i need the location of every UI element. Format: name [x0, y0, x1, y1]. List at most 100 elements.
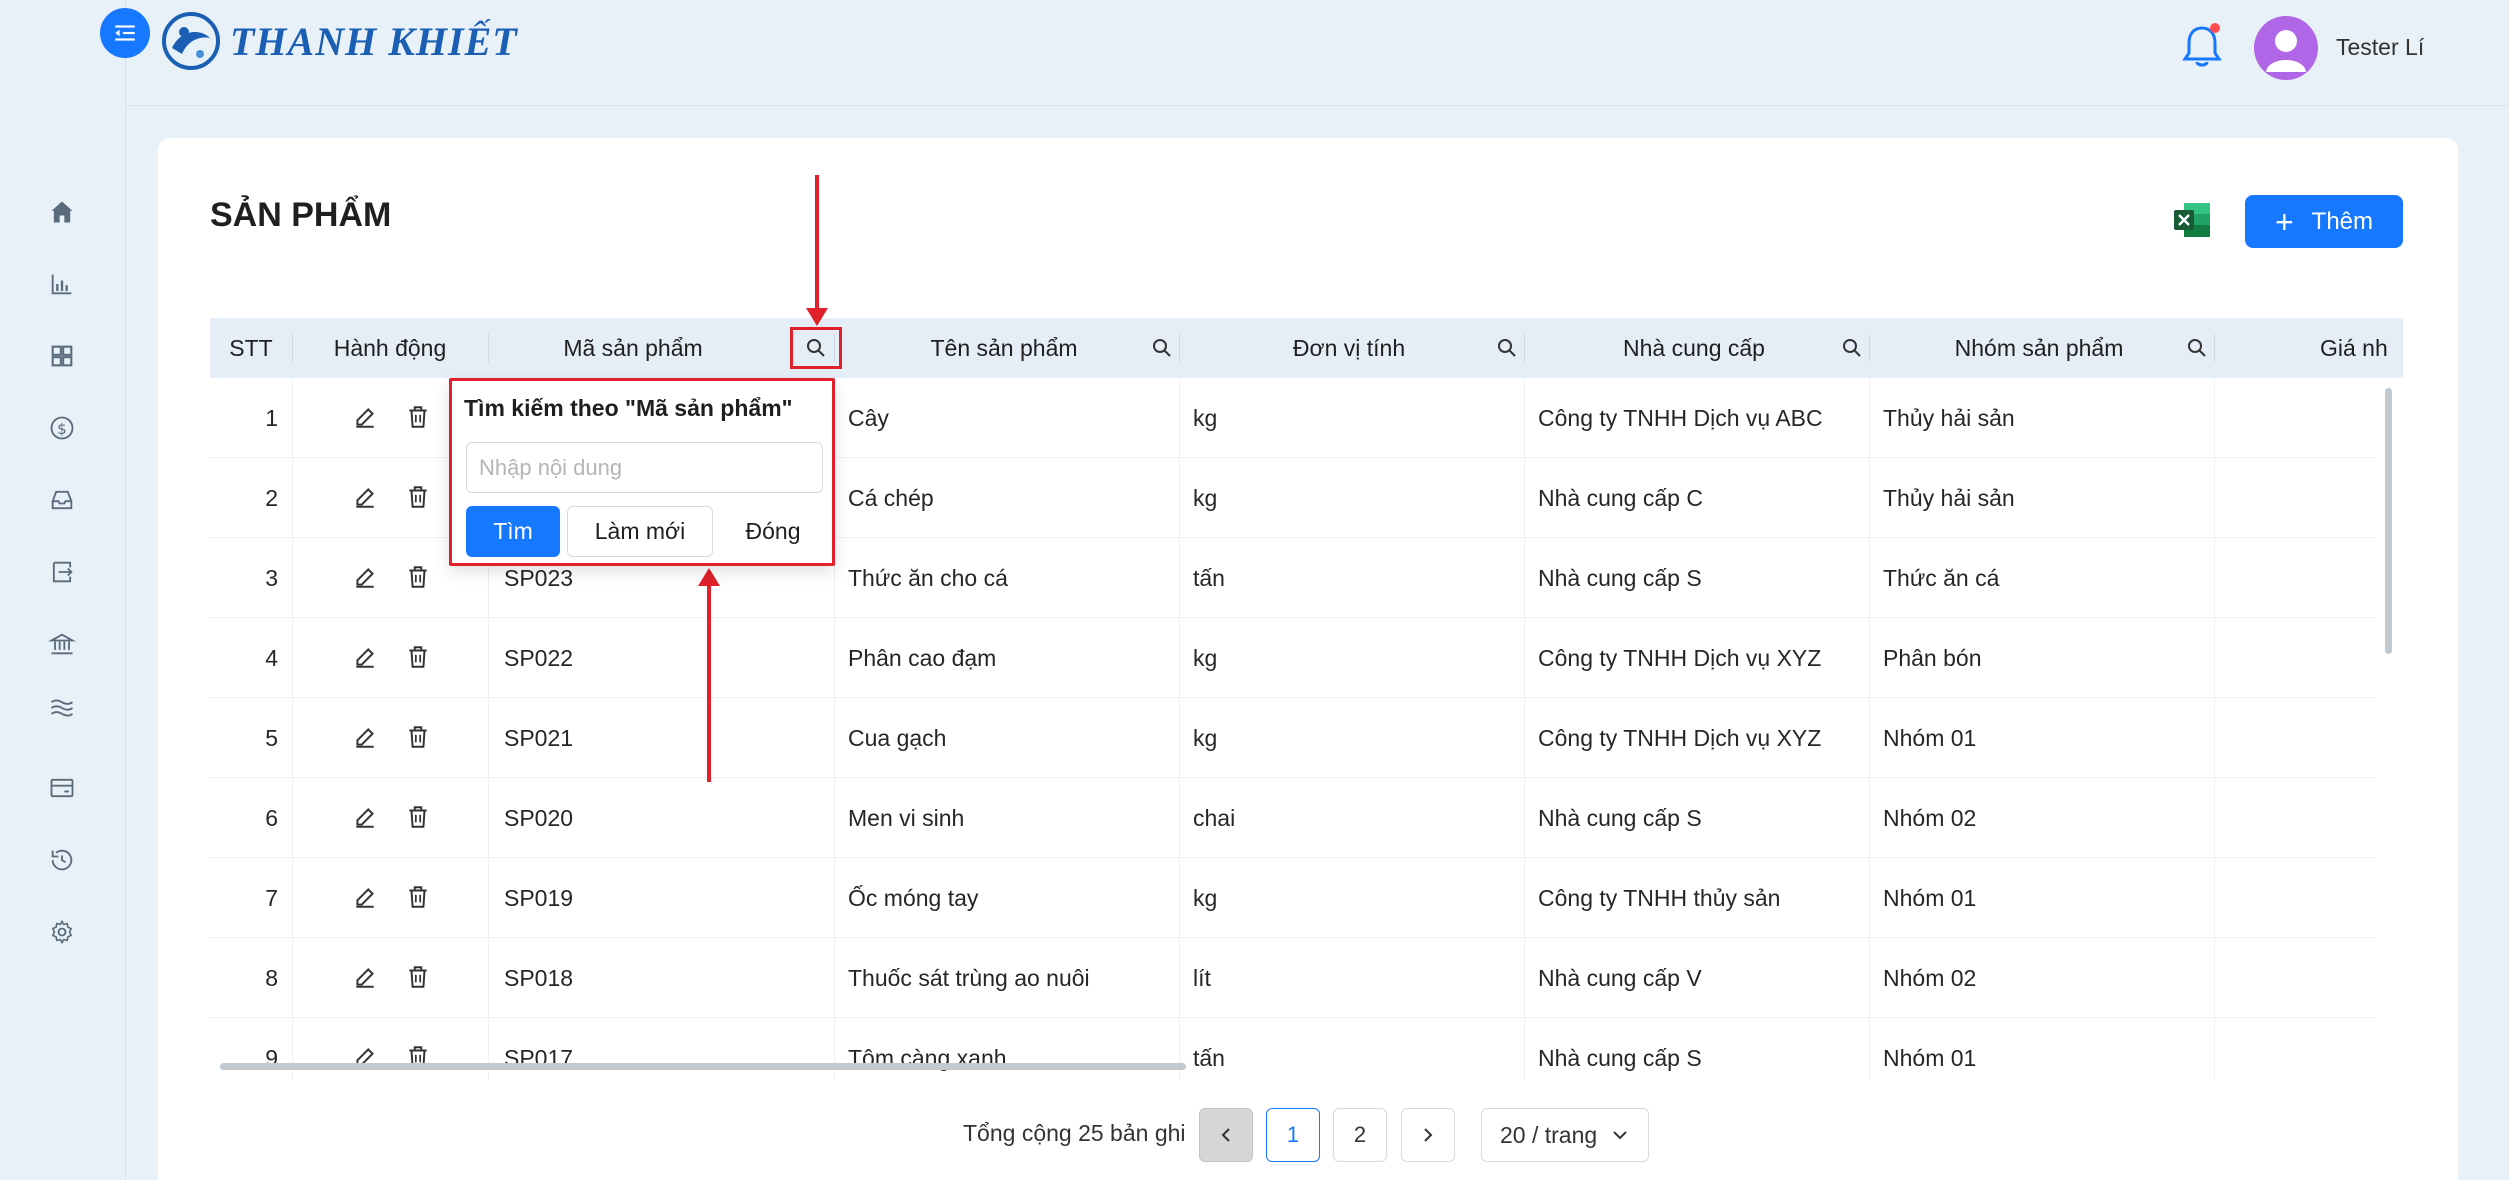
delete-icon[interactable] [405, 404, 431, 430]
prev-page-button[interactable] [1199, 1108, 1253, 1162]
header-action: Hành động [333, 334, 447, 361]
cell-group: Thủy hải sản [1883, 484, 2015, 511]
delete-icon[interactable] [405, 644, 431, 670]
cell-stt: 6 [265, 804, 278, 831]
cell-unit: kg [1193, 484, 1218, 511]
sidebar-item-home[interactable] [46, 196, 78, 228]
avatar[interactable] [2254, 16, 2318, 80]
cell-unit: kg [1193, 724, 1218, 751]
cell-stt: 7 [265, 884, 278, 911]
cell-code: SP022 [504, 644, 574, 671]
delete-icon[interactable] [405, 804, 431, 830]
cell-supplier: Nhà cung cấp S [1538, 1044, 1702, 1071]
sidebar-item-history[interactable] [46, 844, 78, 876]
chevron-down-icon [1613, 1131, 1627, 1140]
chevron-left-icon [1221, 1128, 1230, 1142]
sidebar-item-reports[interactable] [46, 268, 78, 300]
plus-icon: + [2274, 203, 2294, 240]
brand-logo[interactable]: THANH KHIẾT [160, 10, 518, 72]
export-excel-button[interactable] [2172, 200, 2212, 240]
header-price: Giá nh [2320, 334, 2388, 361]
next-page-button[interactable] [1401, 1108, 1455, 1162]
edit-icon[interactable] [352, 404, 378, 430]
page-button-2[interactable]: 2 [1333, 1108, 1387, 1162]
export-icon [52, 561, 73, 583]
vertical-scrollbar[interactable] [2385, 388, 2392, 654]
highlight-box [790, 327, 842, 369]
waves-icon [50, 699, 74, 717]
horizontal-scrollbar[interactable] [220, 1063, 1186, 1070]
header-unit: Đơn vị tính [1292, 334, 1406, 361]
cell-supplier: Công ty TNHH Dịch vụ XYZ [1538, 644, 1822, 671]
page-size-value: 20 / trang [1500, 1121, 1598, 1148]
cell-code: SP018 [504, 964, 574, 991]
bank-icon [48, 633, 76, 655]
search-icon[interactable] [1840, 336, 1864, 360]
sidebar-item-settings[interactable] [46, 916, 78, 948]
notification-button[interactable] [2180, 22, 2224, 72]
cell-unit: kg [1193, 404, 1218, 431]
cell-name: Men vi sinh [848, 804, 965, 831]
page-size-select[interactable]: 20 / trang [1481, 1108, 1649, 1162]
user-name[interactable]: Tester Lí [2336, 34, 2424, 61]
sidebar-item-export[interactable] [46, 556, 78, 588]
cell-supplier: Công ty TNHH Dịch vụ ABC [1538, 404, 1823, 431]
edit-icon[interactable] [352, 804, 378, 830]
find-button[interactable]: Tìm [466, 506, 560, 557]
search-input[interactable] [466, 442, 823, 493]
bell-icon [2182, 23, 2222, 67]
cell-stt: 3 [265, 564, 278, 591]
cell-supplier: Nhà cung cấp S [1538, 564, 1702, 591]
cell-group: Nhóm 01 [1883, 1044, 1977, 1071]
page-title: SẢN PHẨM [210, 196, 392, 234]
sidebar-item-products[interactable] [46, 340, 78, 372]
cell-code: SP017 [504, 1044, 574, 1071]
cell-code: SP021 [504, 724, 574, 751]
delete-icon[interactable] [405, 724, 431, 750]
search-popup-title: Tìm kiếm theo "Mã sản phẩm" [464, 395, 793, 421]
cell-unit: kg [1193, 644, 1218, 671]
reset-button[interactable]: Làm mới [567, 506, 713, 557]
search-popup: Tìm kiếm theo "Mã sản phẩm" Tìm Làm mới … [449, 378, 835, 566]
close-button[interactable]: Đóng [723, 506, 823, 557]
cell-group: Nhóm 02 [1883, 804, 1977, 831]
table-row: 6 SP020 Men vi sinh chai Nhà cung cấp S Nhóm … [210, 778, 2375, 858]
edit-icon[interactable] [352, 484, 378, 510]
delete-icon[interactable] [405, 564, 431, 590]
search-icon[interactable] [1495, 336, 1519, 360]
delete-icon[interactable] [405, 884, 431, 910]
cell-supplier: Nhà cung cấp C [1538, 484, 1703, 511]
table-row: 5 SP021 Cua gạch kg Công ty TNHH Dịch vụ XYZ… [210, 698, 2375, 778]
cell-name: Cua gạch [848, 724, 947, 751]
header-name: Tên sản phẩm [930, 334, 1078, 361]
search-icon[interactable] [2185, 336, 2209, 360]
settings-icon [51, 919, 73, 945]
brand-name: THANH KHIẾT [230, 18, 518, 64]
grid-icon [51, 345, 73, 367]
sidebar-item-payments[interactable] [46, 772, 78, 804]
sidebar-item-bank[interactable] [46, 628, 78, 660]
edit-icon[interactable] [352, 964, 378, 990]
sidebar-item-water[interactable] [46, 692, 78, 724]
cell-group: Thức ăn cá [1883, 564, 2000, 591]
header-code: Mã sản phẩm [563, 334, 703, 361]
arrow-head-up-icon [698, 568, 720, 586]
sidebar-item-inbox[interactable] [46, 484, 78, 516]
sidebar-item-finance[interactable]: $ [46, 412, 78, 444]
cell-stt: 9 [265, 1044, 278, 1071]
page-button-1[interactable]: 1 [1266, 1108, 1320, 1162]
cell-unit: tấn [1193, 1044, 1225, 1071]
table-row: 9 SP017 Tôm càng xanh tấn Nhà cung cấp S Nhóm… [210, 1018, 2375, 1080]
edit-icon[interactable] [352, 564, 378, 590]
menu-toggle-button[interactable] [100, 8, 150, 58]
edit-icon[interactable] [352, 884, 378, 910]
add-button[interactable]: + Thêm [2245, 195, 2403, 248]
delete-icon[interactable] [405, 484, 431, 510]
edit-icon[interactable] [352, 644, 378, 670]
add-button-label: Thêm [2311, 207, 2374, 235]
delete-icon[interactable] [405, 964, 431, 990]
cell-unit: tấn [1193, 564, 1225, 591]
search-icon[interactable] [1150, 336, 1174, 360]
cell-name: Thức ăn cho cá [848, 564, 1008, 591]
edit-icon[interactable] [352, 724, 378, 750]
